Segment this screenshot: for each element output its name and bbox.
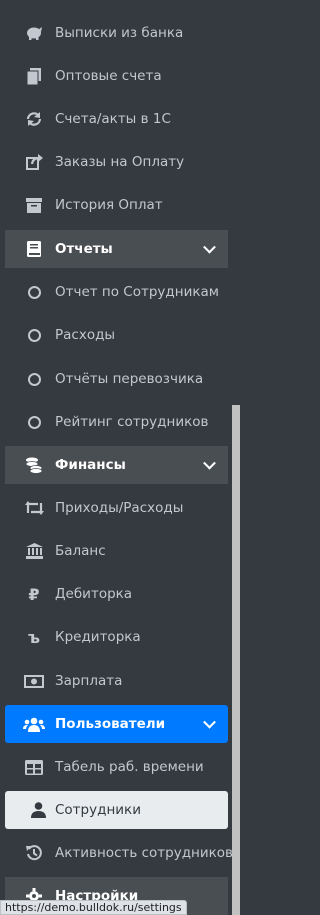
sidebar-item-salary[interactable]: Зарплата: [5, 662, 228, 700]
sidebar-item-employee-activity[interactable]: Активность сотрудников: [5, 834, 233, 872]
sidebar-item-reports[interactable]: Отчеты: [5, 230, 228, 268]
coins-icon: [23, 454, 45, 476]
sidebar-item-invoices-1c[interactable]: Счета/акты в 1С: [5, 100, 228, 138]
sidebar-item-carrier-reports[interactable]: Отчёты перевозчика: [5, 360, 228, 398]
history-icon: [23, 842, 45, 864]
sidebar-item-users[interactable]: Пользователи: [5, 705, 228, 743]
sidebar-item-label: Сотрудники: [55, 802, 141, 818]
sidebar-item-label: Оптовые счета: [55, 68, 162, 84]
sidebar-item-label: Выписки из банка: [55, 25, 184, 41]
sidebar-item-label: Дебиторка: [55, 586, 133, 602]
sidebar-item-payment-orders[interactable]: Заказы на Оплату: [5, 143, 228, 181]
copy-icon: [23, 65, 45, 87]
sync-icon: [23, 108, 45, 130]
archive-icon: [23, 194, 45, 216]
sidebar-item-label: Отчёты перевозчика: [55, 371, 204, 387]
bank-icon: [23, 540, 45, 562]
sidebar-item-label: Рейтинг сотрудников: [55, 414, 209, 430]
chevron-down-icon: [203, 715, 216, 729]
sidebar: Выписки из банка Оптовые счета Счета/акт…: [0, 0, 245, 915]
sidebar-item-employee-rating[interactable]: Рейтинг сотрудников: [5, 403, 228, 441]
sidebar-item-employee-report[interactable]: Отчет по Сотрудникам: [5, 273, 228, 311]
sidebar-item-finance[interactable]: Финансы: [5, 446, 228, 484]
money-bill-icon: [23, 670, 45, 692]
sidebar-item-label: Пользователи: [55, 716, 166, 732]
chevron-down-icon: [203, 240, 216, 254]
sidebar-item-label: Финансы: [55, 457, 126, 473]
piggy-bank-icon: [23, 22, 45, 44]
sidebar-item-label: Активность сотрудников: [55, 845, 234, 861]
sidebar-item-label: История Оплат: [55, 197, 163, 213]
sidebar-item-label: Счета/акты в 1С: [55, 111, 171, 127]
status-url: https://demo.bulldok.ru/settings: [0, 900, 187, 915]
sidebar-item-label: Заказы на Оплату: [55, 154, 185, 170]
sidebar-item-expenses[interactable]: Расходы: [5, 316, 228, 354]
circle-icon: [23, 368, 45, 390]
ruble-icon: ₽: [28, 584, 40, 604]
sidebar-item-bank-statements[interactable]: Выписки из банка: [5, 14, 228, 52]
sidebar-item-label: Расходы: [55, 327, 116, 343]
users-icon: [23, 713, 45, 735]
circle-icon: [23, 324, 45, 346]
scrollbar-thumb[interactable]: [232, 405, 240, 915]
sidebar-item-label: Приходы/Расходы: [55, 500, 184, 516]
sidebar-item-wholesale-invoices[interactable]: Оптовые счета: [5, 57, 228, 95]
sidebar-item-timesheet[interactable]: Табель раб. времени: [5, 748, 228, 786]
chevron-down-icon: [203, 456, 216, 470]
book-icon: [23, 238, 45, 260]
sidebar-item-label: Отчеты: [55, 241, 113, 257]
sidebar-item-payment-history[interactable]: История Оплат: [5, 186, 228, 224]
retweet-icon: [23, 497, 45, 519]
sidebar-item-label: Отчет по Сотрудникам: [55, 284, 219, 300]
bitcoin-b-icon: ъ: [27, 627, 41, 647]
sidebar-item-label: Баланс: [55, 543, 106, 559]
sidebar-item-label: Зарплата: [55, 673, 123, 689]
sidebar-item-income-expense[interactable]: Приходы/Расходы: [5, 489, 228, 527]
sidebar-item-receivables[interactable]: ₽ Дебиторка: [5, 575, 228, 613]
share-square-icon: [23, 151, 45, 173]
circle-icon: [23, 281, 45, 303]
table-icon: [23, 756, 45, 778]
sidebar-item-label: Кредиторка: [55, 629, 141, 645]
sidebar-item-payables[interactable]: ъ Кредиторка: [5, 618, 228, 656]
user-icon: [27, 799, 49, 821]
sidebar-item-balance[interactable]: Баланс: [5, 532, 228, 570]
sidebar-item-employees[interactable]: Сотрудники: [5, 791, 228, 829]
sidebar-item-label: Табель раб. времени: [55, 759, 204, 775]
circle-icon: [23, 411, 45, 433]
